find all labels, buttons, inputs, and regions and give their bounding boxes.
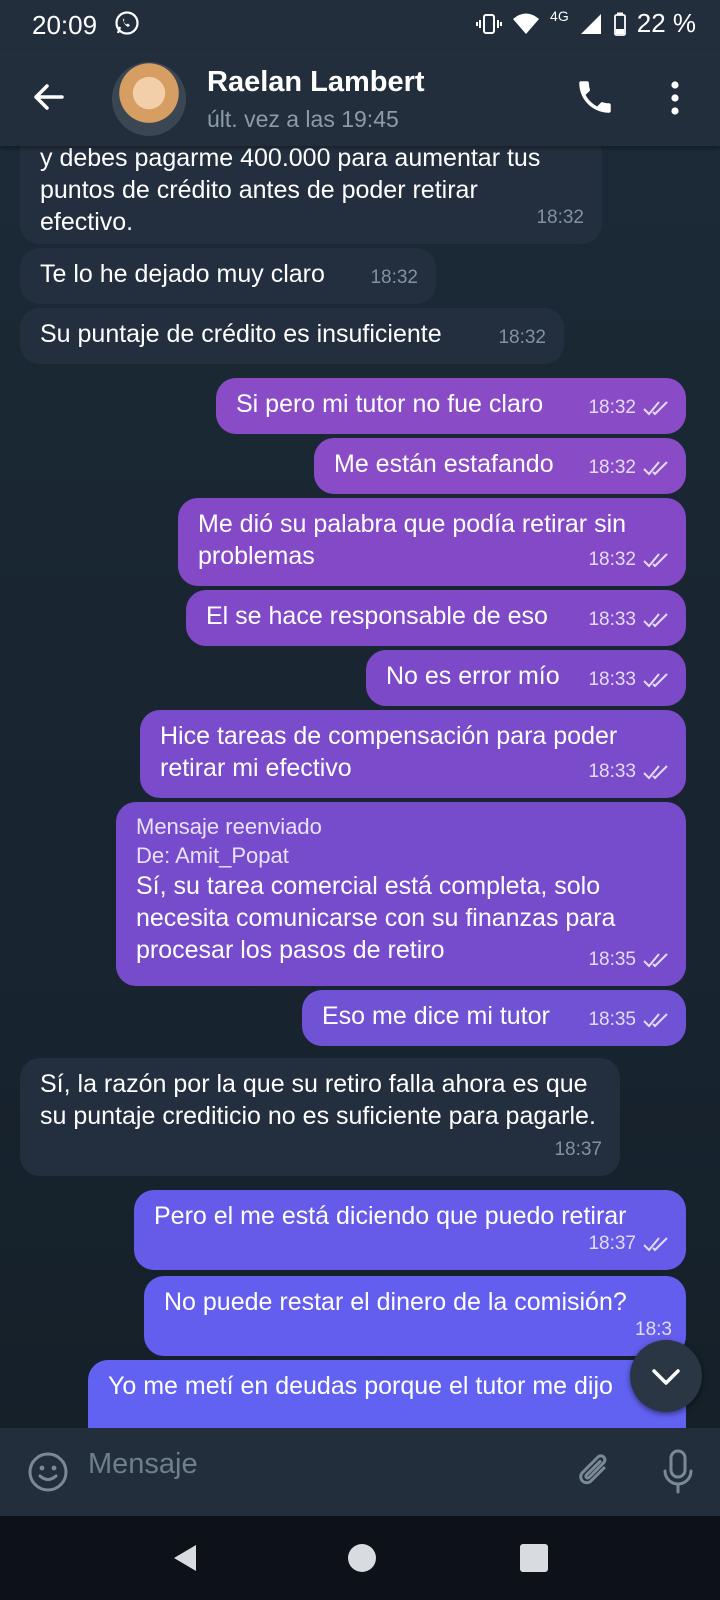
message-text: Sí, su tarea comercial está completa, so…	[136, 872, 616, 964]
composer: Mensaje	[0, 1428, 720, 1516]
double-check-icon	[643, 765, 668, 780]
message-time: 18:32	[588, 397, 636, 418]
forwarded-label: Mensaje reenviado	[136, 814, 322, 839]
phone-icon[interactable]	[574, 76, 616, 118]
message-time: 18:33	[588, 669, 636, 690]
message-time: 18:35	[588, 1009, 636, 1030]
message-list[interactable]: y debes pagarme 400.000 para aumentar tu…	[0, 146, 720, 1428]
nav-home-icon[interactable]	[348, 1544, 376, 1572]
message-time: 18:35	[588, 949, 636, 970]
message-outgoing[interactable]: Si pero mi tutor no fue claro 18:32	[216, 378, 686, 434]
message-time: 18:37	[554, 1139, 602, 1160]
message-outgoing[interactable]: El se hace responsable de eso 18:33	[186, 590, 686, 646]
battery-level: 22 %	[636, 8, 696, 38]
double-check-icon	[643, 673, 668, 688]
message-outgoing[interactable]: Me dió su palabra que podía retirar sin …	[178, 498, 686, 586]
nav-back-icon[interactable]	[170, 1542, 202, 1574]
status-bar: 20:09 4G 22 %	[0, 0, 720, 50]
emoji-icon[interactable]	[26, 1450, 70, 1494]
message-time: 18:33	[588, 761, 636, 782]
message-forwarded[interactable]: Mensaje reenviado De: Amit_Popat Sí, su …	[116, 802, 686, 986]
system-nav-bar	[0, 1516, 720, 1600]
double-check-icon	[643, 1237, 668, 1252]
message-text: y debes pagarme 400.000 para aumentar tu…	[40, 146, 541, 236]
status-icons: 4G 22 %	[476, 8, 696, 39]
message-outgoing[interactable]: Me están estafando 18:32	[314, 438, 686, 494]
message-incoming[interactable]: Su puntaje de crédito es insuficiente 18…	[20, 308, 564, 364]
message-input[interactable]: Mensaje	[88, 1448, 198, 1481]
message-text: No es error mío	[386, 662, 560, 690]
scroll-to-bottom-button[interactable]	[630, 1340, 702, 1412]
message-text: El se hace responsable de eso	[206, 602, 548, 630]
double-check-icon	[643, 953, 668, 968]
microphone-icon[interactable]	[660, 1448, 696, 1496]
message-text: Su puntaje de crédito es insuficiente	[40, 320, 442, 348]
status-time: 20:09	[32, 10, 98, 40]
signal-icon	[580, 13, 601, 34]
message-time: 18:37	[588, 1233, 636, 1254]
double-check-icon	[643, 1013, 668, 1028]
double-check-icon	[643, 613, 668, 628]
wifi-icon	[513, 13, 540, 34]
vibrate-icon	[476, 13, 503, 34]
forwarded-from[interactable]: De: Amit_Popat	[136, 841, 666, 870]
paperclip-icon[interactable]	[574, 1450, 616, 1494]
message-text: Te lo he dejado muy claro	[40, 260, 325, 288]
double-check-icon	[643, 553, 668, 568]
message-outgoing[interactable]: Hice tareas de compensación para poder r…	[140, 710, 686, 798]
message-text: Eso me dice mi tutor	[322, 1002, 550, 1030]
message-text: No puede restar el dinero de la comisión…	[164, 1288, 627, 1316]
message-outgoing[interactable]: No puede restar el dinero de la comisión…	[144, 1276, 686, 1356]
message-outgoing[interactable]: Eso me dice mi tutor 18:35	[302, 990, 686, 1046]
back-arrow-icon[interactable]	[24, 72, 74, 122]
contact-name[interactable]: Raelan Lambert	[207, 66, 425, 99]
last-seen-status: últ. vez a las 19:45	[207, 106, 399, 132]
chat-header: Raelan Lambert últ. vez a las 19:45	[0, 50, 720, 146]
battery-icon	[613, 12, 626, 36]
nav-recents-icon[interactable]	[520, 1544, 548, 1572]
message-outgoing[interactable]: Pero el me está diciendo que puedo retir…	[134, 1190, 686, 1270]
message-time: 18:32	[370, 267, 418, 288]
avatar[interactable]	[112, 62, 186, 136]
message-incoming[interactable]: Te lo he dejado muy claro 18:32	[20, 248, 436, 304]
network-type: 4G	[550, 7, 569, 24]
message-outgoing[interactable]: Yo me metí en deudas porque el tutor me …	[88, 1360, 686, 1428]
message-incoming[interactable]: Sí, la razón por la que su retiro falla …	[20, 1058, 620, 1176]
message-time: 18:33	[588, 609, 636, 630]
message-text: Me están estafando	[334, 450, 554, 478]
message-time: 18:32	[536, 207, 584, 228]
message-time: 18:32	[588, 457, 636, 478]
whatsapp-icon	[115, 11, 139, 35]
message-text: Si pero mi tutor no fue claro	[236, 390, 544, 418]
message-time: 18:32	[588, 549, 636, 570]
more-vert-icon[interactable]	[660, 76, 690, 120]
message-text: Yo me metí en deudas porque el tutor me …	[108, 1372, 613, 1400]
message-text: Sí, la razón por la que su retiro falla …	[40, 1070, 596, 1130]
double-check-icon	[643, 401, 668, 416]
double-check-icon	[643, 461, 668, 476]
message-incoming[interactable]: y debes pagarme 400.000 para aumentar tu…	[20, 146, 602, 244]
message-outgoing[interactable]: No es error mío 18:33	[366, 650, 686, 706]
chevron-down-icon	[652, 1369, 680, 1385]
message-time: 18:32	[498, 327, 546, 348]
